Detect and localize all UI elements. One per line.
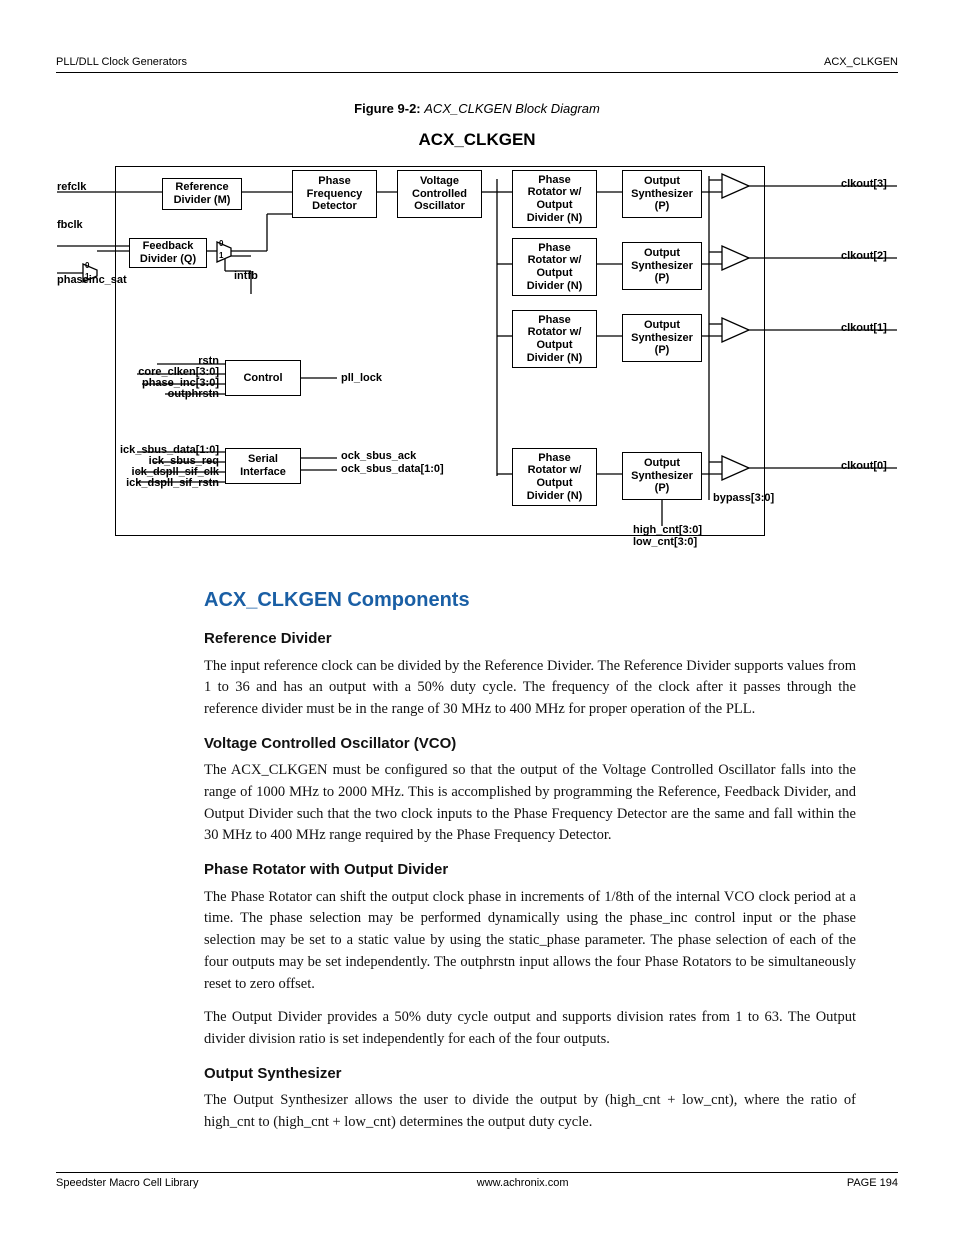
block-diagram: ReferenceDivider (M) PhaseFrequencyDetec… (57, 156, 897, 564)
section-heading: ACX_CLKGEN Components (204, 586, 856, 614)
block-phase-rotator-3: PhaseRotator w/OutputDivider (N) (512, 170, 597, 228)
label-clkout0: clkout[0] (841, 460, 887, 472)
footer-center: www.achronix.com (477, 1177, 569, 1189)
label-phaseinc-sat: phaseinc_sat (57, 274, 127, 286)
page-header: PLL/DLL Clock Generators ACX_CLKGEN (56, 56, 898, 73)
block-control: Control (225, 360, 301, 396)
content: ACX_CLKGEN Components Reference Divider … (56, 586, 898, 1134)
para-reference-divider: The input reference clock can be divided… (204, 656, 856, 721)
heading-output-synth: Output Synthesizer (204, 1063, 856, 1084)
figure-title: ACX_CLKGEN Block Diagram (424, 101, 600, 116)
para-output-synth: The Output Synthesizer allows the user t… (204, 1090, 856, 1134)
para-phase-rotator-1: The Phase Rotator can shift the output c… (204, 887, 856, 996)
figure-caption: Figure 9-2: ACX_CLKGEN Block Diagram (56, 101, 898, 116)
block-phase-rotator-2: PhaseRotator w/OutputDivider (N) (512, 238, 597, 296)
heading-phase-rotator: Phase Rotator with Output Divider (204, 859, 856, 880)
header-right: ACX_CLKGEN (824, 56, 898, 68)
label-mux0-b: 0 (219, 240, 223, 249)
heading-vco: Voltage Controlled Oscillator (VCO) (204, 733, 856, 754)
block-pfd: PhaseFrequencyDetector (292, 170, 377, 218)
block-phase-rotator-0: PhaseRotator w/OutputDivider (N) (512, 448, 597, 506)
block-feedback-divider: FeedbackDivider (Q) (129, 238, 207, 268)
block-output-synth-2: OutputSynthesizer(P) (622, 242, 702, 290)
heading-reference-divider: Reference Divider (204, 628, 856, 649)
para-vco: The ACX_CLKGEN must be configured so tha… (204, 760, 856, 847)
label-ick-dspll-sif-rstn: ick_dspll_sif_rstn (126, 477, 219, 489)
label-clkout2: clkout[2] (841, 250, 887, 262)
block-reference-divider: ReferenceDivider (M) (162, 178, 242, 210)
label-ock-sbus-ack: ock_sbus_ack (341, 450, 416, 462)
label-mux1-a: 1 (85, 273, 89, 282)
label-outphrstn: outphrstn (168, 388, 219, 400)
label-mux0-a: 0 (85, 262, 89, 271)
label-high-cnt: high_cnt[3:0] (633, 524, 702, 536)
label-refclk: refclk (57, 181, 86, 193)
para-phase-rotator-2: The Output Divider provides a 50% duty c… (204, 1007, 856, 1051)
block-vco: VoltageControlledOscillator (397, 170, 482, 218)
figure-label: Figure 9-2: (354, 101, 420, 116)
diagram-title: ACX_CLKGEN (56, 130, 898, 150)
label-intfb: intfb (234, 270, 258, 282)
label-fbclk: fbclk (57, 219, 83, 231)
footer-right: PAGE 194 (847, 1177, 898, 1189)
block-serial-interface: SerialInterface (225, 448, 301, 484)
header-left: PLL/DLL Clock Generators (56, 56, 187, 68)
block-output-synth-0: OutputSynthesizer(P) (622, 452, 702, 500)
label-bypass: bypass[3:0] (713, 492, 774, 504)
label-pll-lock: pll_lock (341, 372, 382, 384)
page-footer: Speedster Macro Cell Library www.achroni… (56, 1172, 898, 1189)
label-clkout1: clkout[1] (841, 322, 887, 334)
label-mux1-b: 1 (219, 252, 223, 261)
block-output-synth-3: OutputSynthesizer(P) (622, 170, 702, 218)
label-low-cnt: low_cnt[3:0] (633, 536, 697, 548)
footer-left: Speedster Macro Cell Library (56, 1177, 198, 1189)
label-clkout3: clkout[3] (841, 178, 887, 190)
block-output-synth-1: OutputSynthesizer(P) (622, 314, 702, 362)
block-phase-rotator-1: PhaseRotator w/OutputDivider (N) (512, 310, 597, 368)
label-ock-sbus-data: ock_sbus_data[1:0] (341, 463, 444, 475)
